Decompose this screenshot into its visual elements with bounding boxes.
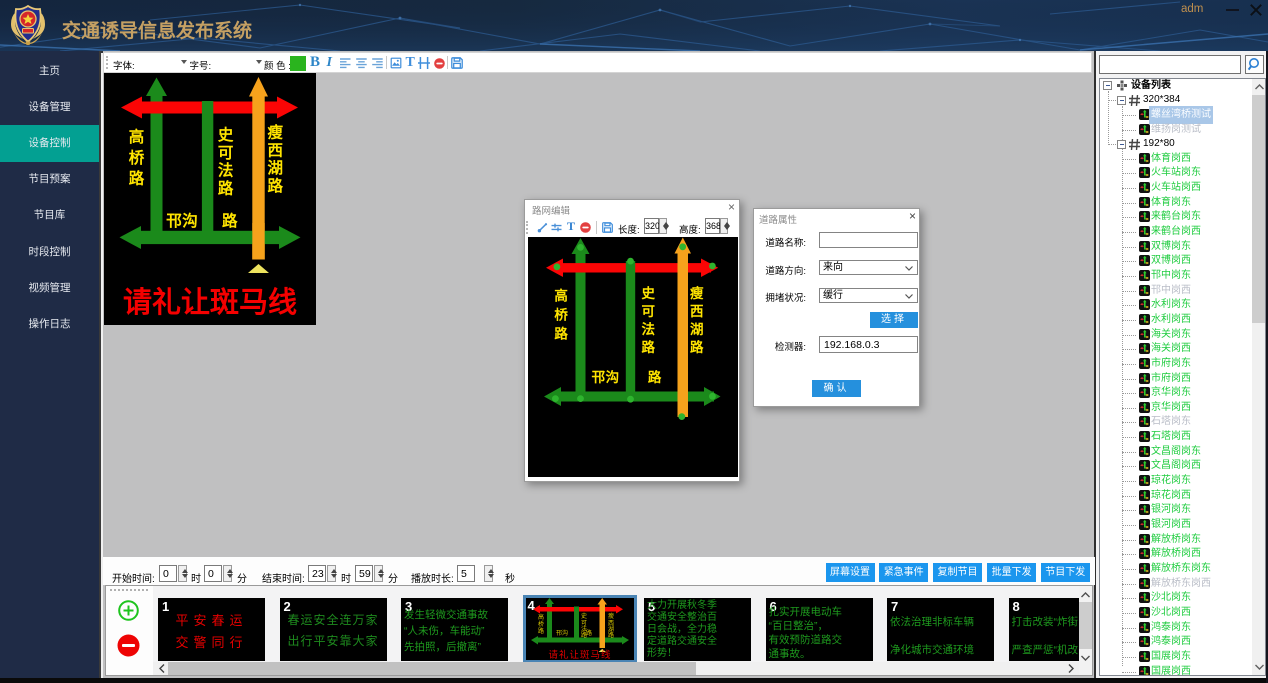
svg-text:沟: 沟 xyxy=(606,369,620,385)
svg-text:桥: 桥 xyxy=(537,620,543,628)
svg-text:湖: 湖 xyxy=(267,159,283,177)
svg-text:法: 法 xyxy=(641,321,655,337)
svg-text:高: 高 xyxy=(554,288,568,304)
svg-text:路: 路 xyxy=(537,627,543,635)
svg-text:法: 法 xyxy=(218,161,234,180)
svg-text:高: 高 xyxy=(537,613,543,621)
svg-text:请礼让斑马线: 请礼让斑马线 xyxy=(548,649,611,660)
svg-text:路: 路 xyxy=(585,629,591,637)
svg-text:高: 高 xyxy=(129,127,145,146)
svg-text:湖: 湖 xyxy=(690,322,704,337)
svg-text:路: 路 xyxy=(218,179,234,198)
svg-text:瘦: 瘦 xyxy=(607,612,613,620)
svg-text:请礼让斑马线: 请礼让斑马线 xyxy=(123,286,297,319)
svg-text:路: 路 xyxy=(222,211,238,230)
svg-text:邗: 邗 xyxy=(592,370,606,385)
svg-text:路: 路 xyxy=(641,339,655,355)
svg-text:路: 路 xyxy=(129,169,145,188)
svg-text:路: 路 xyxy=(554,326,568,342)
svg-text:瘦: 瘦 xyxy=(690,285,704,301)
svg-text:邗沟: 邗沟 xyxy=(555,629,567,637)
svg-text:西: 西 xyxy=(267,142,283,160)
svg-text:路: 路 xyxy=(267,176,283,195)
svg-text:路: 路 xyxy=(690,339,704,355)
svg-text:瘦: 瘦 xyxy=(267,123,283,142)
svg-text:邗: 邗 xyxy=(166,212,182,230)
svg-text:路: 路 xyxy=(607,631,613,639)
svg-text:西: 西 xyxy=(607,620,613,627)
svg-text:史: 史 xyxy=(580,612,586,620)
svg-text:湖: 湖 xyxy=(607,625,613,633)
svg-text:可: 可 xyxy=(218,145,234,162)
svg-text:桥: 桥 xyxy=(129,148,145,167)
svg-text:可: 可 xyxy=(641,304,655,319)
svg-text:可: 可 xyxy=(580,620,586,627)
svg-text:沟: 沟 xyxy=(182,211,198,230)
svg-text:西: 西 xyxy=(690,304,704,319)
svg-text:史: 史 xyxy=(218,125,234,144)
svg-text:桥: 桥 xyxy=(554,307,568,323)
svg-text:路: 路 xyxy=(648,369,662,385)
svg-text:史: 史 xyxy=(641,286,655,301)
